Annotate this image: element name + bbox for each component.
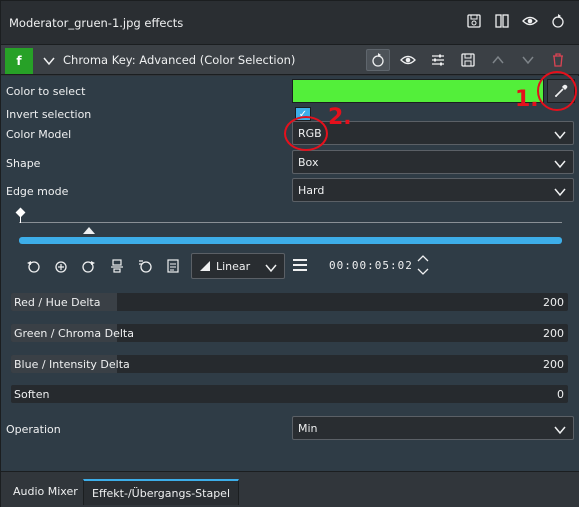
- soften-slider[interactable]: Soften 0: [11, 385, 568, 403]
- keyframe-toolbar: [25, 254, 181, 278]
- align-keyframes-icon[interactable]: [109, 258, 125, 274]
- blue-intensity-delta-slider[interactable]: Blue / Intensity Delta 200: [11, 355, 568, 373]
- slider-label: Red / Hue Delta: [14, 296, 101, 309]
- slider-value: 200: [543, 296, 564, 309]
- clipboard-icon[interactable]: [165, 258, 181, 274]
- red-hue-delta-slider[interactable]: Red / Hue Delta 200: [11, 293, 568, 311]
- effect-toggle-button[interactable]: [396, 49, 420, 71]
- save-icon: [460, 52, 476, 68]
- collapse-chevron-icon[interactable]: [41, 53, 57, 69]
- operation-label: Operation: [6, 423, 61, 436]
- tab-effect-stack[interactable]: Effekt-/Übergangs-Stapel: [83, 479, 240, 505]
- annotation-step-1: 1.: [515, 87, 539, 112]
- color-model-label: Color Model: [6, 128, 72, 141]
- panel-title: Moderator_gruen-1.jpg effects: [9, 16, 184, 30]
- shape-label: Shape: [6, 157, 41, 170]
- annotation-step-2: 2.: [328, 105, 352, 130]
- settings-sliders-icon: [430, 52, 446, 68]
- tab-audio-mixer[interactable]: Audio Mixer: [5, 479, 86, 505]
- add-keyframe-icon[interactable]: [53, 258, 69, 274]
- playhead-marker[interactable]: [83, 227, 95, 234]
- shape-value: Box: [298, 156, 319, 169]
- shape-select[interactable]: Box: [292, 150, 574, 174]
- keyframe-ruler: [19, 222, 562, 223]
- chevron-down-icon: [552, 422, 568, 438]
- effect-save-button[interactable]: [456, 49, 480, 71]
- effect-header: f Chroma Key: Advanced (Color Selection): [1, 45, 579, 75]
- interpolation-value: Linear: [216, 260, 251, 273]
- delete-icon: [550, 52, 566, 68]
- effect-move-down-button[interactable]: [516, 49, 540, 71]
- color-swatch[interactable]: [292, 79, 544, 103]
- eye-icon[interactable]: [522, 13, 538, 29]
- move-up-icon: [490, 52, 506, 68]
- previous-keyframe-icon[interactable]: [25, 258, 41, 274]
- operation-select[interactable]: Min: [292, 416, 574, 440]
- slider-label: Soften: [14, 388, 50, 401]
- hamburger-menu-icon[interactable]: [293, 259, 307, 274]
- effect-settings-button[interactable]: [426, 49, 450, 71]
- annotation-circle-rgb: [284, 116, 328, 151]
- color-to-select-label: Color to select: [6, 85, 86, 98]
- edge-mode-value: Hard: [298, 184, 325, 197]
- operation-value: Min: [298, 422, 318, 435]
- green-chroma-delta-slider[interactable]: Green / Chroma Delta 200: [11, 324, 568, 342]
- slider-value: 0: [557, 388, 564, 401]
- copy-keyframe-icon[interactable]: [137, 258, 153, 274]
- chevron-down-icon: [552, 127, 568, 143]
- annotation-circle-picker: [537, 71, 577, 111]
- chevron-down-icon: [552, 156, 568, 172]
- timecode-display[interactable]: 00:00:05:02: [329, 259, 413, 272]
- interpolation-linear-icon: [200, 261, 210, 271]
- reset-icon: [370, 52, 386, 68]
- slider-value: 200: [543, 327, 564, 340]
- save-preset-icon[interactable]: [466, 13, 482, 29]
- chevron-down-icon: [552, 184, 568, 200]
- panel-titlebar: Moderator_gruen-1.jpg effects: [1, 1, 579, 45]
- slider-label: Green / Chroma Delta: [14, 327, 134, 340]
- chevron-down-icon: [263, 260, 279, 276]
- eye-icon: [400, 52, 416, 68]
- effect-delete-button[interactable]: [546, 49, 570, 71]
- edge-mode-select[interactable]: Hard: [292, 178, 574, 202]
- move-down-icon: [520, 52, 536, 68]
- effects-panel: Moderator_gruen-1.jpg effects f Chroma K…: [0, 0, 579, 507]
- effect-move-up-button[interactable]: [486, 49, 510, 71]
- effect-name: Chroma Key: Advanced (Color Selection): [63, 53, 296, 67]
- edge-mode-label: Edge mode: [6, 185, 69, 198]
- interpolation-select[interactable]: Linear: [191, 253, 285, 279]
- reset-icon[interactable]: [550, 13, 566, 29]
- slider-value: 200: [543, 358, 564, 371]
- keyframe-timeline[interactable]: [19, 237, 562, 244]
- effect-type-badge: f: [5, 48, 33, 74]
- effect-reset-button[interactable]: [366, 49, 390, 71]
- timecode-spinner-icon[interactable]: [415, 254, 431, 276]
- compare-icon[interactable]: [494, 13, 510, 29]
- next-keyframe-icon[interactable]: [81, 258, 97, 274]
- slider-label: Blue / Intensity Delta: [14, 358, 130, 371]
- invert-selection-label: Invert selection: [6, 108, 92, 121]
